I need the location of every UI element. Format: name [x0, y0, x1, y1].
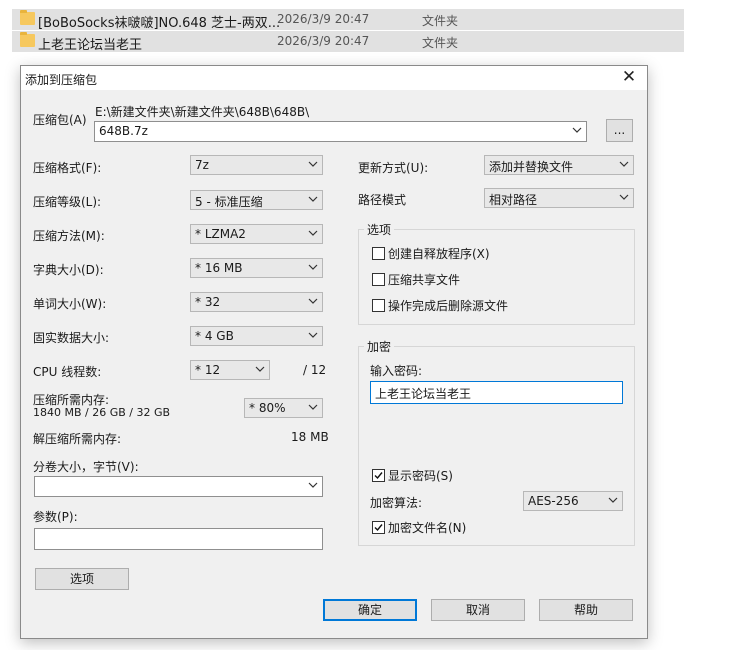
encryption-method-label: 加密算法: [370, 496, 423, 510]
level-select[interactable]: 5 - 标准压缩 [190, 190, 323, 210]
encryption-group: 加密 输入密码: 上老王论坛当老王 显示密码(S) 加密算法: AES-256 … [358, 338, 635, 546]
update-label: 更新方式(U): [358, 161, 429, 175]
method-select[interactable]: * LZMA2 [190, 224, 323, 244]
help-button[interactable]: 帮助 [539, 599, 633, 621]
chevron-down-icon [308, 482, 318, 488]
archive-name-value: 648B.7z [99, 124, 148, 138]
format-label: 压缩格式(F): [33, 161, 102, 175]
pathmode-label: 路径模式 [358, 193, 407, 207]
archive-name-combo[interactable]: 648B.7z [94, 121, 587, 142]
dict-select[interactable]: * 16 MB [190, 258, 323, 278]
delete-after-label: 操作完成后删除源文件 [388, 299, 509, 313]
folder-type: 文件夹 [422, 14, 459, 28]
mem-comp-detail: 1840 MB / 26 GB / 32 GB [33, 406, 171, 419]
solid-label: 固实数据大小: [33, 331, 110, 345]
dict-value: * 16 MB [195, 261, 243, 275]
options-group-title: 选项 [364, 221, 395, 238]
folder-row-1[interactable]: [BoBoSocks袜啵啵]NO.648 芝士-两双... 2026/3/9 2… [12, 9, 684, 31]
threads-label: CPU 线程数: [33, 365, 102, 379]
level-label: 压缩等级(L): [33, 195, 102, 209]
path-mode-select[interactable]: 相对路径 [484, 188, 634, 208]
dialog-title: 添加到压缩包 [25, 73, 98, 87]
chevron-down-icon [608, 497, 618, 503]
delete-after-checkbox[interactable] [372, 299, 385, 312]
dialog-titlebar: 添加到压缩包 ✕ [21, 66, 647, 90]
options-group: 选项 创建自释放程序(X) 压缩共享文件 操作完成后删除源文件 [358, 221, 635, 325]
show-password-label: 显示密码(S) [388, 469, 453, 483]
password-input[interactable]: 上老王论坛当老王 [370, 381, 623, 404]
show-password-checkbox[interactable] [372, 469, 385, 482]
folder-name: 上老王论坛当老王 [38, 38, 143, 53]
cancel-button[interactable]: 取消 [431, 599, 525, 621]
format-select[interactable]: 7z [190, 155, 323, 175]
mem-decomp-value: 18 MB [291, 430, 329, 444]
chevron-down-icon [308, 264, 318, 270]
word-select[interactable]: * 32 [190, 292, 323, 312]
chevron-down-icon [255, 366, 265, 372]
solid-select[interactable]: * 4 GB [190, 326, 323, 346]
chevron-down-icon [308, 161, 318, 167]
mem-percent-select[interactable]: * 80% [244, 398, 323, 418]
update-mode-value: 添加并替换文件 [489, 160, 574, 174]
word-label: 单词大小(W): [33, 297, 107, 311]
level-value: 5 - 标准压缩 [195, 195, 263, 209]
chevron-down-icon [308, 298, 318, 304]
shared-checkbox[interactable] [372, 273, 385, 286]
volume-size-combo[interactable] [34, 476, 323, 497]
folder-icon [20, 10, 35, 25]
format-value: 7z [195, 158, 209, 172]
word-value: * 32 [195, 295, 221, 309]
chevron-down-icon [619, 161, 629, 167]
path-mode-value: 相对路径 [489, 193, 538, 207]
chevron-down-icon [308, 230, 318, 236]
dict-label: 字典大小(D): [33, 263, 104, 277]
chevron-down-icon [308, 404, 318, 410]
archive-label: 压缩包(A) [33, 113, 87, 127]
mem-decomp-label: 解压缩所需内存: [33, 432, 122, 446]
sfx-label: 创建自释放程序(X) [388, 247, 490, 261]
folder-name: [BoBoSocks袜啵啵]NO.648 芝士-两双... [38, 16, 281, 31]
volume-label: 分卷大小，字节(V): [33, 460, 139, 474]
mem-percent-value: * 80% [249, 401, 286, 415]
checkmark-icon [374, 472, 383, 480]
method-value: * LZMA2 [195, 227, 246, 241]
chevron-down-icon [572, 127, 582, 133]
threads-select[interactable]: * 12 [190, 360, 270, 380]
params-label: 参数(P): [33, 510, 78, 524]
threads-value: * 12 [195, 363, 221, 377]
password-label: 输入密码: [370, 364, 423, 378]
folder-date: 2026/3/9 20:47 [277, 34, 370, 48]
encrypt-names-label: 加密文件名(N) [388, 521, 467, 535]
shared-label: 压缩共享文件 [388, 273, 461, 287]
checkmark-icon [374, 524, 383, 532]
encryption-group-title: 加密 [364, 338, 395, 355]
password-value: 上老王论坛当老王 [375, 387, 472, 401]
folder-row-2[interactable]: 上老王论坛当老王 2026/3/9 20:47 文件夹 [12, 31, 684, 53]
folder-icon [20, 32, 35, 47]
add-to-archive-dialog: 添加到压缩包 ✕ 压缩包(A) E:\新建文件夹\新建文件夹\648B\648B… [20, 65, 648, 639]
folder-date: 2026/3/9 20:47 [277, 12, 370, 26]
params-input[interactable] [34, 528, 323, 550]
encryption-method-select[interactable]: AES-256 [523, 491, 623, 511]
close-icon[interactable]: ✕ [619, 67, 639, 87]
archive-path: E:\新建文件夹\新建文件夹\648B\648B\ [95, 105, 310, 119]
chevron-down-icon [619, 194, 629, 200]
options-button[interactable]: 选项 [35, 568, 129, 590]
browse-button[interactable]: ... [606, 119, 633, 142]
encryption-method-value: AES-256 [528, 494, 579, 508]
update-mode-select[interactable]: 添加并替换文件 [484, 155, 634, 175]
folder-type: 文件夹 [422, 36, 459, 50]
method-label: 压缩方法(M): [33, 229, 105, 243]
encrypt-names-checkbox[interactable] [372, 521, 385, 534]
sfx-checkbox[interactable] [372, 247, 385, 260]
chevron-down-icon [308, 196, 318, 202]
chevron-down-icon [308, 332, 318, 338]
solid-value: * 4 GB [195, 329, 234, 343]
threads-total: / 12 [303, 363, 327, 377]
ok-button[interactable]: 确定 [323, 599, 417, 621]
